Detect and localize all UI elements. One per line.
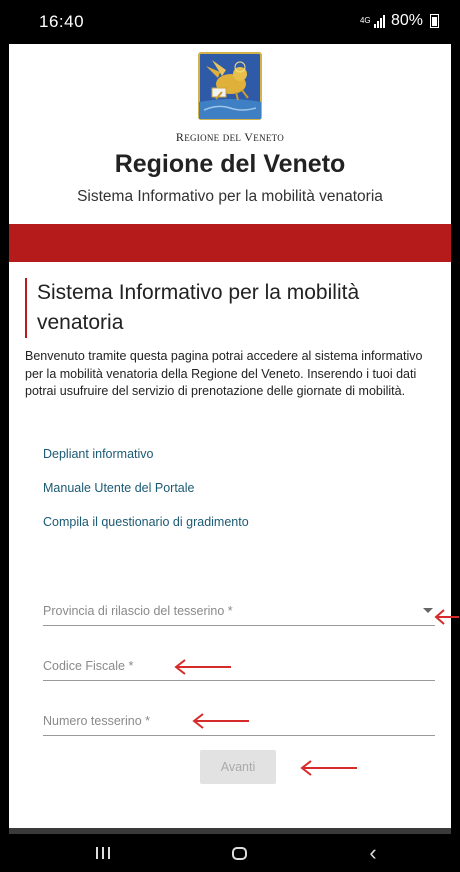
signal-icon [373, 14, 385, 28]
region-wordmark: REGIONE DEL VENETO [175, 130, 285, 144]
link-user-manual[interactable]: Manuale Utente del Portale [43, 481, 194, 495]
brand-band [9, 224, 451, 262]
home-icon[interactable] [228, 842, 250, 864]
frame-border-left [0, 0, 9, 872]
arrow-annotation-icon [300, 758, 358, 778]
link-satisfaction-survey[interactable]: Compila il questionario di gradimento [43, 515, 249, 529]
main-content: Sistema Informativo per la mobilità vena… [9, 262, 459, 828]
arrow-annotation-icon [192, 711, 250, 731]
network-type: 4G [359, 16, 371, 25]
recent-apps-icon[interactable] [93, 842, 113, 864]
site-title: Regione del Veneto [114, 150, 346, 178]
battery-icon [430, 14, 439, 28]
phone-screen: 16:40 4G 80% REGIONE DEL VENETO Regione … [0, 0, 460, 872]
arrow-annotation-icon [434, 607, 460, 627]
status-indicators: 4G 80% [360, 12, 439, 30]
region-crest-icon [198, 52, 262, 120]
page-heading: Sistema Informativo per la mobilità vena… [25, 278, 435, 338]
intro-text: Benvenuto tramite questa pagina potrai a… [25, 349, 423, 398]
province-input[interactable] [43, 598, 435, 624]
site-subtitle: Sistema Informativo per la mobilità vena… [77, 188, 383, 205]
back-icon[interactable]: ‹ [363, 842, 383, 864]
system-nav-bar: ‹ [9, 834, 451, 872]
arrow-annotation-icon [174, 657, 232, 677]
fiscal-code-field[interactable] [43, 653, 435, 681]
site-header: REGIONE DEL VENETO Regione del Veneto Si… [9, 44, 451, 224]
next-button[interactable]: Avanti [200, 750, 276, 784]
fiscal-code-input[interactable] [43, 653, 435, 679]
link-depliant[interactable]: Depliant informativo [43, 447, 153, 461]
dropdown-caret-icon[interactable] [423, 608, 433, 613]
status-time: 16:40 [39, 12, 85, 31]
battery-level: 80% [390, 12, 423, 29]
province-select[interactable] [43, 598, 435, 626]
status-bar: 16:40 4G 80% [9, 0, 451, 44]
frame-border-right [451, 0, 460, 872]
